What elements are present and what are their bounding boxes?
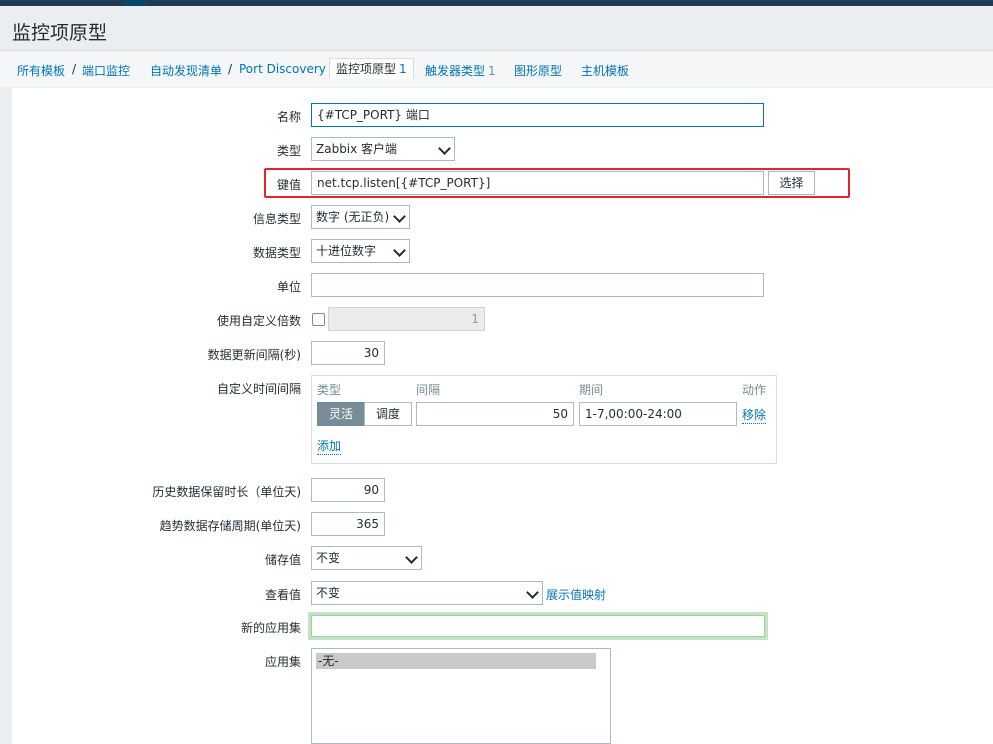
applications-option[interactable]: -无-	[316, 653, 596, 669]
key-input[interactable]: net.tcp.listen[{#TCP_PORT}]	[311, 171, 764, 195]
data-type-label: 数据类型	[252, 246, 301, 260]
interval-header-action: 动作	[742, 383, 767, 397]
interval-header-interval: 间隔	[416, 383, 441, 397]
custom-intervals-label: 自定义时间间隔	[216, 382, 301, 396]
show-value-select[interactable]: 不变	[311, 581, 543, 605]
type-label: 类型	[276, 144, 301, 158]
breadcrumb-separator: /	[228, 62, 233, 76]
chevron-down-icon	[405, 551, 418, 564]
breadcrumb-discovery-list[interactable]: 自动发现清单	[150, 62, 222, 79]
info-type-select[interactable]: 数字 (无正负)	[311, 205, 410, 229]
history-label: 历史数据保留时长（单位天)	[152, 485, 301, 499]
tab-count: 1	[488, 64, 496, 78]
show-value-select-value: 不变	[316, 586, 341, 600]
top-nav-bar	[0, 0, 993, 6]
store-value-label: 储存值	[264, 553, 301, 567]
type-select[interactable]: Zabbix 客户端	[311, 137, 455, 161]
chevron-down-icon	[393, 210, 406, 223]
new-application-input-inner	[311, 615, 765, 637]
page-title: 监控项原型	[12, 22, 108, 44]
show-value-label: 查看值	[264, 588, 301, 602]
multiplier-input: 1	[328, 307, 485, 331]
breadcrumb-separator: /	[72, 62, 77, 76]
chevron-down-icon	[393, 244, 406, 257]
units-input[interactable]	[311, 273, 764, 297]
trends-input[interactable]: 365	[311, 512, 385, 536]
units-label: 单位	[276, 280, 301, 294]
tab-item-prototypes[interactable]: 监控项原型 1	[329, 58, 414, 79]
new-application-label: 新的应用集	[240, 621, 301, 635]
value-mapping-link[interactable]: 展示值映射	[546, 586, 606, 603]
applications-label: 应用集	[264, 655, 301, 669]
trends-label: 趋势数据存储周期(单位天)	[159, 519, 301, 533]
update-interval-input[interactable]: 30	[311, 341, 385, 365]
top-nav-accent	[123, 0, 147, 6]
breadcrumb-all-templates[interactable]: 所有模板	[17, 62, 65, 79]
tab-host-prototypes[interactable]: 主机模板	[581, 62, 629, 79]
key-select-button[interactable]: 选择	[768, 171, 815, 195]
type-select-value: Zabbix 客户端	[316, 142, 398, 156]
info-type-select-value: 数字 (无正负)	[316, 210, 390, 224]
name-label: 名称	[276, 110, 301, 124]
chevron-down-icon	[438, 142, 451, 155]
tab-trigger-prototypes[interactable]: 触发器类型 1	[425, 62, 496, 79]
interval-header-period: 期间	[579, 383, 604, 397]
info-type-label: 信息类型	[252, 212, 301, 226]
interval-add-link[interactable]: 添加	[317, 437, 342, 455]
multiplier-label: 使用自定义倍数	[216, 314, 301, 328]
tab-label: 触发器类型	[425, 64, 486, 78]
breadcrumb: 所有模板 / 端口监控 自动发现清单 / Port Discovery 监控项原…	[0, 50, 993, 87]
update-interval-label: 数据更新间隔(秒)	[207, 348, 301, 362]
new-application-input[interactable]	[308, 612, 768, 640]
multiplier-checkbox[interactable]	[312, 313, 325, 326]
tab-label: 监控项原型	[336, 62, 397, 76]
tab-graph-prototypes[interactable]: 图形原型	[514, 62, 562, 79]
data-type-select-value: 十进位数字	[316, 244, 377, 258]
key-label: 键值	[276, 178, 301, 192]
name-input[interactable]: {#TCP_PORT} 端口	[311, 103, 764, 127]
applications-listbox[interactable]: -无-	[311, 648, 611, 744]
chevron-down-icon	[526, 586, 539, 599]
history-input[interactable]: 90	[311, 478, 385, 502]
breadcrumb-rule[interactable]: Port Discovery	[239, 62, 326, 76]
interval-header-type: 类型	[317, 383, 342, 397]
data-type-select[interactable]: 十进位数字	[311, 239, 410, 263]
breadcrumb-template[interactable]: 端口监控	[82, 62, 130, 79]
interval-scheduling-toggle[interactable]: 调度	[364, 402, 412, 426]
interval-flexible-toggle[interactable]: 灵活	[317, 402, 365, 426]
interval-remove-link[interactable]: 移除	[742, 406, 767, 424]
interval-period-input[interactable]: 1-7,00:00-24:00	[579, 402, 737, 426]
interval-value-input[interactable]: 50	[416, 402, 574, 426]
store-value-select-value: 不变	[316, 551, 341, 565]
store-value-select[interactable]: 不变	[311, 546, 422, 570]
tab-count: 1	[399, 62, 407, 76]
